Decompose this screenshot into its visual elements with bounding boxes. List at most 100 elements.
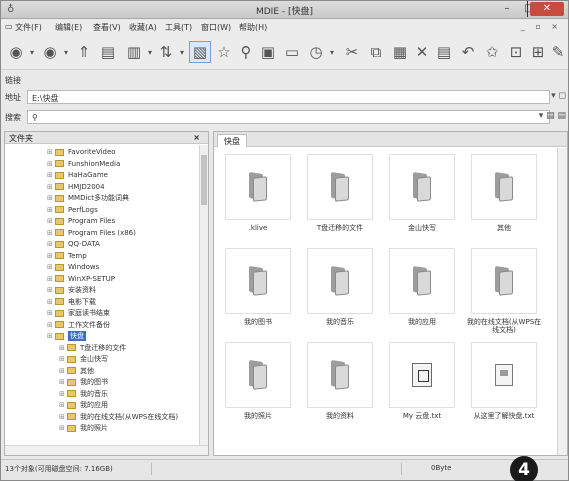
- tree-expand-icon[interactable]: ⊞: [47, 194, 55, 202]
- tree-expand-icon[interactable]: ⊞: [59, 355, 67, 363]
- tree-item[interactable]: ⊞ QQ-DATA: [47, 239, 100, 249]
- file-tile[interactable]: 其他: [470, 154, 542, 240]
- tree-item[interactable]: ⊞ 安装资料: [47, 285, 96, 295]
- sort-dropdown-icon[interactable]: ▾: [177, 41, 187, 63]
- view-dropdown-icon[interactable]: ▾: [145, 41, 155, 63]
- tree-expand-icon[interactable]: ⊞: [47, 217, 55, 225]
- tree-horizontal-scrollbar[interactable]: [5, 445, 208, 455]
- tree-expand-icon[interactable]: ⊞: [59, 344, 67, 352]
- tree-expand-icon[interactable]: ⊞: [47, 171, 55, 179]
- menu-view[interactable]: 查看(V): [93, 22, 121, 33]
- lock-icon[interactable]: ⊡: [505, 41, 527, 63]
- tree-item[interactable]: ⊞ 我的图书: [59, 377, 108, 387]
- tree-item[interactable]: ⊞ 我的照片: [59, 423, 108, 433]
- address-field[interactable]: E:\快盘: [27, 90, 550, 104]
- tree-item[interactable]: ⊞ HMJD2004: [47, 182, 105, 192]
- back-dropdown-icon[interactable]: ▾: [27, 41, 37, 63]
- folder-tree-close-button[interactable]: ×: [193, 133, 200, 142]
- star-icon[interactable]: ✩: [481, 41, 503, 63]
- tree-item[interactable]: ⊞ 电影下载: [47, 297, 96, 307]
- tree-expand-icon[interactable]: ⊞: [59, 424, 67, 432]
- address-dropdown-icon[interactable]: ▾ ◻: [551, 91, 566, 101]
- delete-icon[interactable]: ✕: [411, 41, 433, 63]
- file-tile[interactable]: 我的照片: [224, 342, 296, 428]
- tree-item[interactable]: ⊞ Windows: [47, 262, 99, 272]
- tree-vertical-scrollbar[interactable]: [199, 145, 208, 445]
- tree-item[interactable]: ⊞ 我的音乐: [59, 389, 108, 399]
- tree-item[interactable]: ⊞ Temp: [47, 251, 87, 261]
- edit-icon[interactable]: ✎: [547, 41, 568, 63]
- tab-kuaipan[interactable]: 快盘: [217, 134, 247, 147]
- tree-item[interactable]: ⊞ T盘迁移的文件: [59, 343, 126, 353]
- properties-icon[interactable]: ▤: [97, 41, 119, 63]
- tree-expand-icon[interactable]: ⊞: [47, 275, 55, 283]
- minimize-button[interactable]: –: [496, 2, 518, 16]
- grid-icon[interactable]: ⊞: [527, 41, 549, 63]
- tree-item[interactable]: ⊞ PerfLogs: [47, 205, 98, 215]
- copy-icon[interactable]: ⧉: [365, 41, 387, 63]
- tree-item[interactable]: ⊞ HaHaGame: [47, 170, 108, 180]
- view-icon[interactable]: ▥: [123, 41, 145, 63]
- forward-dropdown-icon[interactable]: ▾: [61, 41, 71, 63]
- tree-expand-icon[interactable]: ⊞: [59, 367, 67, 375]
- tree-item[interactable]: ⊞ 其他: [59, 366, 94, 376]
- tree-expand-icon[interactable]: ⊞: [59, 378, 67, 386]
- title-bar[interactable]: ♁ MDIE - [快盘] – □ ✕: [1, 1, 568, 19]
- tree-item[interactable]: ⊞ WinXP-SETUP: [47, 274, 115, 284]
- tree-expand-icon[interactable]: ⊞: [59, 390, 67, 398]
- tree-expand-icon[interactable]: ⊞: [59, 413, 67, 421]
- history-dropdown-icon[interactable]: ▾: [327, 41, 337, 63]
- tree-expand-icon[interactable]: ⊞: [47, 206, 55, 214]
- tree-item[interactable]: ⊞ 金山快写: [59, 354, 108, 364]
- tree-expand-icon[interactable]: ⊞: [59, 401, 67, 409]
- file-tile[interactable]: 金山快写: [388, 154, 460, 240]
- tree-expand-icon[interactable]: ⊞: [47, 332, 55, 340]
- files-vertical-scrollbar[interactable]: [557, 148, 567, 455]
- tree-expand-icon[interactable]: ⊞: [47, 321, 55, 329]
- rename-icon[interactable]: ▤: [433, 41, 455, 63]
- tree-expand-icon[interactable]: ⊞: [47, 160, 55, 168]
- file-tile[interactable]: 我的图书: [224, 248, 296, 334]
- file-tile[interactable]: 我的音乐: [306, 248, 378, 334]
- select-icon[interactable]: ▧: [189, 41, 211, 63]
- undo-icon[interactable]: ↶: [457, 41, 479, 63]
- search-icon[interactable]: ⚲: [235, 41, 257, 63]
- tree-expand-icon[interactable]: ⊞: [47, 148, 55, 156]
- file-tile[interactable]: 我的资料: [306, 342, 378, 428]
- sort-icon[interactable]: ⇅: [155, 41, 177, 63]
- menu-help[interactable]: 帮助(H): [239, 22, 267, 33]
- file-tile[interactable]: 我的应用: [388, 248, 460, 334]
- tree-expand-icon[interactable]: ⊞: [47, 263, 55, 271]
- paste-icon[interactable]: ▦: [389, 41, 411, 63]
- tree-item[interactable]: ⊞ 我的应用: [59, 400, 108, 410]
- close-button[interactable]: ✕: [530, 2, 564, 16]
- file-tile[interactable]: .klive: [224, 154, 296, 240]
- tree-expand-icon[interactable]: ⊞: [47, 286, 55, 294]
- forward-icon[interactable]: ◉: [39, 41, 61, 63]
- file-tile[interactable]: T盘迁移的文件: [306, 154, 378, 240]
- tree-item[interactable]: ⊞ 工作文件备份: [47, 320, 110, 330]
- mdi-window-controls[interactable]: _ ▫ ×: [521, 22, 562, 31]
- file-tile[interactable]: My 云盘.txt: [388, 342, 460, 428]
- tree-item[interactable]: ⊞ 家庭读书结束: [47, 308, 110, 318]
- tree-expand-icon[interactable]: ⊞: [47, 298, 55, 306]
- tree-item[interactable]: ⊞ FunshionMedia: [47, 159, 120, 169]
- tree-expand-icon[interactable]: ⊞: [47, 229, 55, 237]
- links-label[interactable]: 链接: [5, 75, 21, 86]
- history-icon[interactable]: ◷: [305, 41, 327, 63]
- favorite-icon[interactable]: ☆: [213, 41, 235, 63]
- tree-item[interactable]: ⊞ Program Files (x86): [47, 228, 136, 238]
- menu-file[interactable]: 文件(F): [15, 22, 42, 33]
- tree-expand-icon[interactable]: ⊞: [47, 252, 55, 260]
- tree-item[interactable]: ⊞ MMDict多功能词典: [47, 193, 129, 203]
- back-icon[interactable]: ◉: [5, 41, 27, 63]
- search-input[interactable]: ⚲: [27, 110, 550, 124]
- tree-expand-icon[interactable]: ⊞: [47, 309, 55, 317]
- file-tile[interactable]: 我的在线文档(从WPS在线文档): [467, 248, 542, 334]
- tree-expand-icon[interactable]: ⊞: [47, 183, 55, 191]
- menu-window[interactable]: 窗口(W): [201, 22, 231, 33]
- cut-icon[interactable]: ✂: [341, 41, 363, 63]
- tree-item[interactable]: ⊞ 快盘: [47, 331, 86, 341]
- copy-path-icon[interactable]: ▣: [257, 41, 279, 63]
- folder-icon[interactable]: ▭: [281, 41, 303, 63]
